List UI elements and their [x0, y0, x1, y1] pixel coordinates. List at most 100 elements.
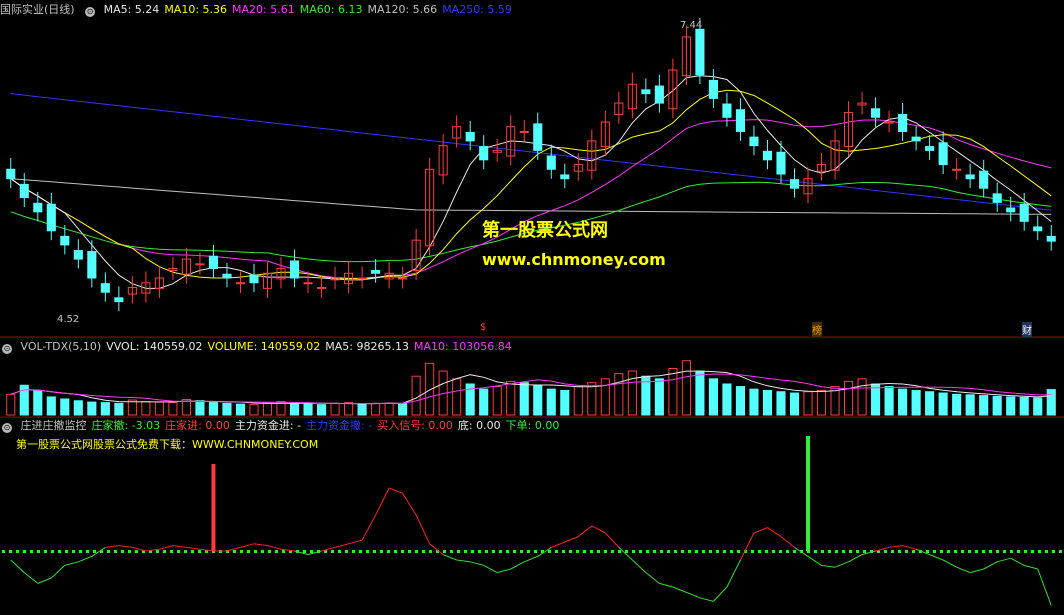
- zero-dot: [1003, 550, 1006, 553]
- indicator-line-segment: [348, 539, 363, 545]
- zero-dot: [233, 550, 236, 553]
- candle-body: [722, 103, 732, 118]
- zero-dot: [303, 550, 306, 553]
- zero-dot: [653, 550, 656, 553]
- settings-circle-icon[interactable]: ⊙: [2, 423, 12, 433]
- zero-dot: [576, 550, 579, 553]
- event-marker-finance[interactable]: 财: [1022, 322, 1032, 337]
- candle-body: [208, 255, 219, 270]
- volume-bar: [506, 380, 516, 416]
- candle-body: [73, 250, 83, 260]
- zero-dot: [478, 550, 481, 553]
- candle-body: [46, 203, 56, 232]
- zero-dot: [450, 550, 453, 553]
- zero-dot: [618, 550, 621, 553]
- indicator-line-segment: [50, 565, 66, 579]
- volume-bar: [519, 382, 529, 416]
- volume-bar: [262, 402, 273, 416]
- stock-chart-canvas[interactable]: [0, 0, 1064, 615]
- volume-bar: [114, 402, 124, 416]
- candle-body: [1033, 226, 1043, 232]
- zero-dot: [1038, 550, 1041, 553]
- indicator-line-segment: [118, 545, 133, 548]
- indicator-line-segment: [753, 527, 768, 534]
- event-marker-list[interactable]: 榜: [812, 322, 822, 337]
- zero-dot: [107, 550, 110, 553]
- indicator-line-segment: [253, 543, 268, 547]
- zero-dot: [261, 550, 264, 553]
- zero-dot: [835, 550, 838, 553]
- zero-dot: [338, 550, 341, 553]
- indicator_panel-label-4: 主力资金撤: -: [306, 419, 373, 432]
- indicator-line-segment: [794, 546, 809, 557]
- candle-body: [708, 79, 718, 99]
- zero-dot: [163, 550, 166, 553]
- ma-label-1: MA10: 5.36: [164, 3, 228, 16]
- indicator_panel-label-3: 主力资金进: -: [234, 419, 302, 432]
- settings-circle-icon[interactable]: ⊙: [2, 344, 12, 354]
- zero-dot: [310, 550, 313, 553]
- candle-body: [114, 297, 124, 303]
- indicator-line-segment: [672, 586, 687, 593]
- volume-bar: [546, 388, 556, 416]
- zero-dot: [506, 550, 509, 553]
- volume_panel-label-1: VVOL: 140559.02: [106, 340, 203, 353]
- zero-dot: [128, 550, 131, 553]
- candle-body: [6, 168, 16, 180]
- zero-dot: [1045, 550, 1048, 553]
- stock-title: 国际实业(日线): [0, 3, 75, 16]
- indicator-line-segment: [524, 555, 538, 563]
- zero-dot: [247, 550, 250, 553]
- volume-bar: [87, 401, 97, 416]
- settings-circle-icon[interactable]: ⊙: [85, 7, 96, 17]
- indicator-line-segment: [240, 543, 255, 548]
- candle-body: [1006, 207, 1016, 213]
- zero-dot: [583, 550, 586, 553]
- volume-bar: [100, 402, 110, 416]
- zero-dot: [275, 550, 278, 553]
- volume-bar: [560, 389, 570, 416]
- zero-dot: [534, 550, 537, 553]
- indicator-line-segment: [726, 559, 741, 588]
- volume-bar: [222, 402, 232, 416]
- zero-dot: [982, 550, 985, 553]
- volume-bar: [33, 389, 43, 416]
- indicator-line-segment: [848, 554, 863, 563]
- volume-bar: [60, 398, 70, 416]
- event-marker-dollar[interactable]: $: [480, 322, 486, 333]
- volume-bar: [371, 402, 381, 416]
- low-price-label: 4.52: [57, 314, 80, 325]
- volume-bar: [573, 386, 583, 416]
- zero-dot: [345, 550, 348, 553]
- zero-dot: [499, 550, 502, 553]
- volume-bar: [1033, 397, 1043, 416]
- indicator-line-segment: [821, 564, 836, 568]
- zero-dot: [933, 550, 936, 553]
- zero-dot: [723, 550, 726, 553]
- zero-dot: [429, 550, 432, 553]
- zero-dot: [268, 550, 271, 553]
- volume-bar: [533, 384, 543, 416]
- high-price-label: 7.44: [680, 20, 703, 31]
- zero-dot: [513, 550, 516, 553]
- volume-panel-legend: ⊙ VOL-TDX(5,10) VVOL: 140559.02 VOLUME: 14…: [0, 339, 522, 355]
- indicator-line-segment: [388, 487, 403, 494]
- indicator-line-segment: [64, 561, 79, 566]
- zero-dot: [814, 550, 817, 553]
- indicator-line-segment: [23, 572, 39, 584]
- zero-dot: [366, 550, 369, 553]
- zero-dot: [51, 550, 54, 553]
- volume-bar: [46, 396, 56, 416]
- zero-dot: [863, 550, 866, 553]
- zero-dot: [1052, 550, 1055, 553]
- volume-bar: [938, 392, 948, 416]
- zero-dot: [597, 550, 600, 553]
- zero-dot: [422, 550, 425, 553]
- indicator-line-segment: [470, 561, 484, 566]
- zero-dot: [968, 550, 971, 553]
- candle-body: [1046, 235, 1056, 242]
- indicator-line-segment: [172, 545, 187, 548]
- zero-dot: [93, 550, 96, 553]
- indicator-line-segment: [699, 597, 714, 602]
- zero-dot: [548, 550, 551, 553]
